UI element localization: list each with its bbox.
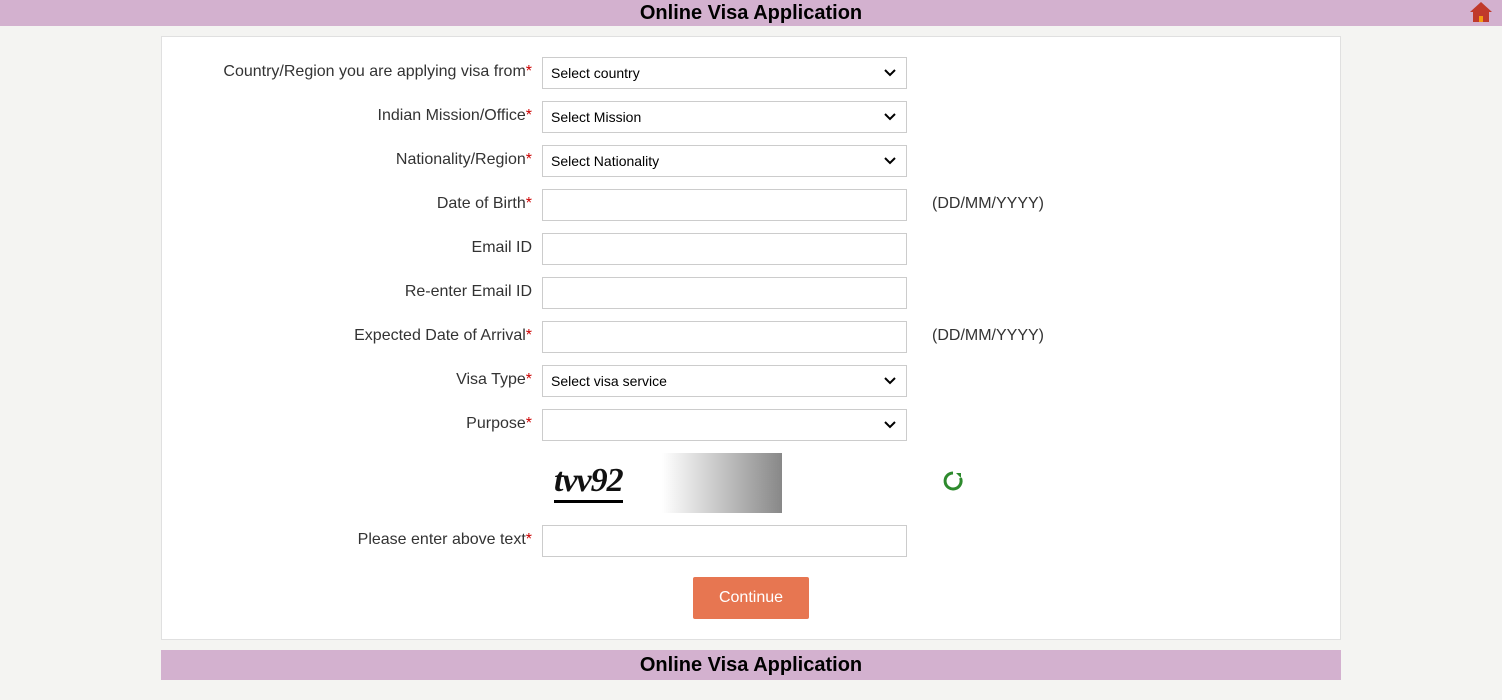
continue-button[interactable]: Continue	[693, 577, 809, 619]
arrival-label: Expected Date of Arrival*	[162, 321, 542, 345]
purpose-label: Purpose*	[162, 409, 542, 433]
email-label: Email ID	[162, 233, 542, 257]
captcha-input-label: Please enter above text*	[162, 525, 542, 549]
captcha-image: tvv92	[542, 453, 782, 513]
dob-input[interactable]	[542, 189, 907, 221]
footer-title: Online Visa Application	[640, 654, 862, 677]
dob-hint: (DD/MM/YYYY)	[912, 189, 1044, 213]
captcha-input[interactable]	[542, 525, 907, 557]
email-input[interactable]	[542, 233, 907, 265]
reemail-input[interactable]	[542, 277, 907, 309]
arrival-input[interactable]	[542, 321, 907, 353]
purpose-select[interactable]	[542, 409, 907, 441]
country-select[interactable]: Select country	[542, 57, 907, 89]
visatype-label: Visa Type*	[162, 365, 542, 389]
visatype-select[interactable]: Select visa service	[542, 365, 907, 397]
home-icon[interactable]	[1468, 0, 1494, 29]
refresh-icon[interactable]	[942, 470, 964, 497]
nationality-select[interactable]: Select Nationality	[542, 145, 907, 177]
reemail-label: Re-enter Email ID	[162, 277, 542, 301]
footer-bar: Online Visa Application	[161, 650, 1341, 680]
nationality-label: Nationality/Region*	[162, 145, 542, 169]
arrival-hint: (DD/MM/YYYY)	[912, 321, 1044, 345]
visa-form: Country/Region you are applying visa fro…	[161, 36, 1341, 640]
mission-select[interactable]: Select Mission	[542, 101, 907, 133]
mission-label: Indian Mission/Office*	[162, 101, 542, 125]
header-bar: Online Visa Application	[0, 0, 1502, 26]
page-title: Online Visa Application	[640, 2, 862, 25]
dob-label: Date of Birth*	[162, 189, 542, 213]
country-label: Country/Region you are applying visa fro…	[162, 57, 542, 81]
